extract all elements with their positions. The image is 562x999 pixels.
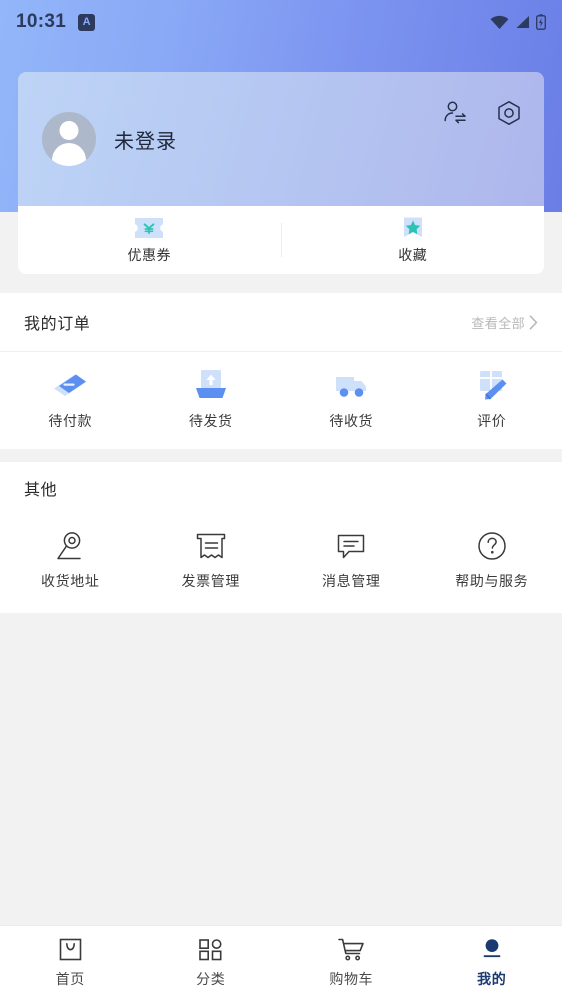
chevron-right-icon	[529, 314, 538, 330]
order-status-grid: 待付款 待发货 待收货 评价	[0, 352, 562, 449]
nav-label: 我的	[477, 971, 507, 987]
view-all-orders-button[interactable]: 查看全部	[471, 313, 538, 332]
quick-action-label: 优惠券	[127, 246, 171, 263]
my-orders-header: 我的订单 查看全部	[0, 293, 562, 351]
order-status-shipped[interactable]: 待收货	[281, 368, 422, 431]
other-item-invoice[interactable]: 发票管理	[141, 530, 282, 591]
status-bar-clock: 10:31	[16, 11, 67, 32]
order-status-label: 待付款	[48, 413, 93, 429]
switch-account-icon[interactable]	[442, 100, 468, 126]
favorite-bookmark-icon	[403, 217, 422, 237]
view-all-label: 查看全部	[471, 315, 525, 331]
nav-label: 分类	[196, 971, 226, 987]
other-item-label: 帮助与服务	[455, 573, 529, 589]
other-item-label: 收货地址	[41, 573, 100, 589]
nav-item-home[interactable]: 首页	[0, 936, 141, 989]
other-item-label: 消息管理	[322, 573, 381, 589]
status-bar: 10:31 A	[0, 0, 562, 44]
location-pin-icon	[57, 532, 81, 560]
coupon-icon	[135, 217, 164, 238]
other-header: 其他	[0, 462, 562, 514]
home-bag-icon	[58, 936, 83, 962]
notification-badge-icon: A	[78, 13, 96, 31]
shopping-cart-icon	[337, 936, 365, 962]
profile-icon	[479, 936, 505, 962]
profile-user-block[interactable]: 未登录	[42, 112, 177, 166]
nav-label: 购物车	[329, 971, 374, 987]
quick-action-label: 收藏	[398, 246, 428, 263]
other-item-label: 发票管理	[181, 573, 240, 589]
help-question-icon	[478, 532, 506, 560]
other-item-address[interactable]: 收货地址	[0, 530, 141, 591]
avatar[interactable]	[42, 112, 96, 166]
order-status-label: 待收货	[329, 413, 374, 429]
profile-card[interactable]: 未登录	[18, 72, 544, 210]
ship-box-icon	[195, 370, 226, 398]
message-bubble-icon	[338, 534, 365, 559]
other-item-help[interactable]: 帮助与服务	[422, 530, 562, 591]
signal-icon	[516, 16, 529, 28]
other-title: 其他	[24, 482, 58, 499]
order-status-unshipped[interactable]: 待发货	[141, 368, 282, 431]
review-pen-icon	[479, 371, 507, 400]
wifi-icon	[490, 15, 509, 29]
avatar-body-shape	[52, 143, 86, 166]
order-status-unpaid[interactable]: 待付款	[0, 368, 141, 431]
app-screen: 10:31 A 未登录 优惠券 收藏 我的订单 查看全部 待付款 待发货 待收货…	[0, 0, 562, 999]
settings-icon[interactable]	[496, 100, 522, 126]
category-grid-icon	[198, 936, 223, 962]
other-item-messages[interactable]: 消息管理	[281, 530, 422, 591]
battery-icon	[536, 14, 546, 30]
order-status-label: 评价	[477, 413, 507, 429]
nav-item-cart[interactable]: 购物车	[281, 936, 422, 989]
other-grid: 收货地址 发票管理 消息管理 帮助与服务	[0, 514, 562, 609]
order-status-label: 待发货	[188, 413, 233, 429]
quick-actions-card: 优惠券 收藏	[18, 206, 544, 274]
profile-actions	[442, 100, 522, 126]
delivery-truck-icon	[336, 377, 367, 397]
order-status-review[interactable]: 评价	[422, 368, 562, 431]
status-bar-right	[490, 14, 546, 30]
avatar-head-shape	[59, 121, 79, 140]
page-title: 我的订单	[24, 316, 91, 333]
other-section: 其他 收货地址 发票管理 消息管理 帮助与服务	[0, 461, 562, 613]
invoice-icon	[196, 533, 225, 559]
nav-item-profile[interactable]: 我的	[422, 936, 562, 989]
payment-card-icon	[54, 374, 87, 396]
quick-action-favorites[interactable]: 收藏	[282, 216, 545, 265]
bottom-navigation-bar: 首页 分类 购物车 我的	[0, 925, 562, 999]
nav-label: 首页	[55, 971, 85, 987]
nav-item-category[interactable]: 分类	[141, 936, 282, 989]
status-bar-left: 10:31 A	[16, 11, 96, 33]
profile-name: 未登录	[114, 130, 177, 153]
my-orders-section: 我的订单 查看全部 待付款 待发货 待收货 评价	[0, 293, 562, 449]
quick-action-coupon[interactable]: 优惠券	[18, 216, 281, 265]
